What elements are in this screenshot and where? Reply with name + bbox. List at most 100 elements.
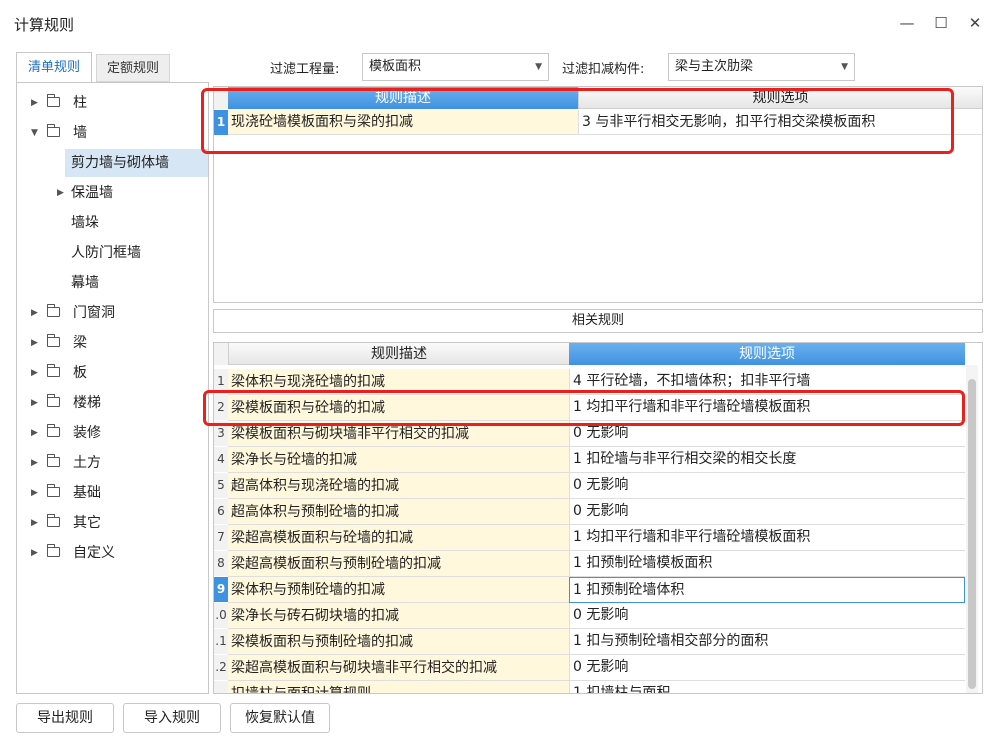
caret-right-icon[interactable]: ▶ (31, 299, 43, 327)
import-rules-button[interactable]: 导入规则 (123, 703, 221, 733)
tree-item-label: 基础 (73, 485, 101, 501)
caret-right-icon[interactable]: ▶ (31, 359, 43, 387)
rule-option-cell[interactable]: 1 扣与预制砼墙相交部分的面积 (569, 629, 965, 655)
tree-item-other[interactable]: ▶ 其它 (17, 509, 208, 537)
row-number[interactable]: 5 (214, 473, 228, 498)
export-rules-button[interactable]: 导出规则 (16, 703, 114, 733)
tree-item-label: 楼梯 (73, 395, 101, 411)
rule-description-cell[interactable]: 梁模板面积与预制砼墙的扣减 (228, 629, 569, 655)
row-header-corner (214, 343, 228, 365)
related-rules-header: 相关规则 (213, 309, 983, 333)
rule-option-cell[interactable]: 0 无影响 (569, 603, 965, 629)
scrollbar-thumb[interactable] (968, 379, 976, 689)
tree-item-label: 墙 (73, 125, 87, 141)
vertical-scrollbar[interactable] (966, 365, 978, 693)
rule-description-cell[interactable]: 梁超高模板面积与砌块墙非平行相交的扣减 (228, 655, 569, 681)
tree-item-custom[interactable]: ▶ 自定义 (17, 539, 208, 567)
row-number[interactable]: 8 (214, 551, 228, 576)
caret-right-icon[interactable]: ▶ (31, 479, 43, 507)
rule-description-cell[interactable]: 梁体积与预制砼墙的扣减 (228, 577, 569, 603)
tree-item-insulation-wall[interactable]: ▶ 保温墙 (53, 179, 208, 207)
tree-item-wall[interactable]: ▼ 墙 (17, 119, 208, 147)
row-number[interactable]: 4 (214, 447, 228, 472)
rule-option-cell[interactable]: 0 无影响 (569, 473, 965, 499)
tab-list-rules[interactable]: 清单规则 (16, 52, 92, 82)
row-number[interactable] (214, 681, 228, 693)
close-icon[interactable]: ✕ (964, 12, 986, 34)
filter-component-select[interactable]: 梁与主次肋梁 ▼ (668, 53, 855, 81)
folder-icon (47, 544, 60, 557)
component-tree: ▶ 柱 ▼ 墙 剪力墙与砌体墙 ▶ 保温墙 墙垛 人防门框墙 幕墙 ▶ 门窗洞 … (16, 82, 209, 694)
tree-item-label: 剪力墙与砌体墙 (71, 155, 169, 171)
rule-description-cell[interactable]: 扣墙柱与面积计算规则 (228, 681, 569, 693)
caret-right-icon[interactable]: ▶ (57, 179, 69, 207)
row-number[interactable]: 7 (214, 525, 228, 550)
tree-item-decoration[interactable]: ▶ 装修 (17, 419, 208, 447)
rule-description-cell[interactable]: 梁净长与砼墙的扣减 (228, 447, 569, 473)
rule-description-cell[interactable]: 梁超高模板面积与预制砼墙的扣减 (228, 551, 569, 577)
caret-right-icon[interactable]: ▶ (31, 329, 43, 357)
caret-right-icon[interactable]: ▶ (31, 389, 43, 417)
tree-item-stairs[interactable]: ▶ 楼梯 (17, 389, 208, 417)
rule-option-cell[interactable]: 0 无影响 (569, 655, 965, 681)
caret-right-icon[interactable]: ▶ (31, 509, 43, 537)
caret-right-icon[interactable]: ▶ (31, 539, 43, 567)
rule-description-cell[interactable]: 梁超高模板面积与砼墙的扣减 (228, 525, 569, 551)
rule-option-cell[interactable]: 1 扣预制砼墙体积 (569, 577, 965, 603)
tree-item-label: 土方 (73, 455, 101, 471)
tree-item-label: 自定义 (73, 545, 115, 561)
caret-right-icon[interactable]: ▶ (31, 419, 43, 447)
tree-item-shear-masonry-wall[interactable]: 剪力墙与砌体墙 (65, 149, 208, 177)
tree-item-label: 梁 (73, 335, 87, 351)
tree-item-label: 墙垛 (71, 215, 99, 231)
column-header-description[interactable]: 规则描述 (228, 343, 569, 365)
filter-quantity-value: 模板面积 (369, 59, 422, 74)
tree-item-earthwork[interactable]: ▶ 土方 (17, 449, 208, 477)
row-number[interactable]: 9 (214, 577, 228, 602)
folder-icon (47, 454, 60, 467)
tree-item-slab[interactable]: ▶ 板 (17, 359, 208, 387)
folder-icon (47, 484, 60, 497)
chevron-down-icon: ▼ (535, 62, 542, 72)
row-number[interactable]: .1 (214, 629, 228, 654)
rule-option-cell[interactable]: 1 扣砼墙与非平行相交梁的相交长度 (569, 447, 965, 473)
restore-defaults-button[interactable]: 恢复默认值 (230, 703, 330, 733)
caret-right-icon[interactable]: ▶ (31, 449, 43, 477)
folder-icon (47, 394, 60, 407)
tree-item-curtain-wall[interactable]: 幕墙 (71, 269, 208, 297)
rule-option-cell[interactable]: 1 扣预制砼墙模板面积 (569, 551, 965, 577)
tree-item-label: 其它 (73, 515, 101, 531)
rule-option-cell[interactable]: 1 均扣平行墙和非平行墙砼墙模板面积 (569, 525, 965, 551)
filter-component-value: 梁与主次肋梁 (675, 59, 754, 74)
tree-item-column[interactable]: ▶ 柱 (17, 89, 208, 117)
rule-description-cell[interactable]: 梁净长与砖石砌块墙的扣减 (228, 603, 569, 629)
maximize-icon[interactable]: ☐ (930, 12, 952, 34)
tree-item-label: 幕墙 (71, 275, 99, 291)
folder-icon (47, 94, 60, 107)
tree-item-door-window-opening[interactable]: ▶ 门窗洞 (17, 299, 208, 327)
folder-icon (47, 304, 60, 317)
folder-icon (47, 514, 60, 527)
minimize-icon[interactable]: — (896, 12, 918, 34)
caret-down-icon[interactable]: ▼ (31, 119, 43, 147)
tree-item-label: 保温墙 (71, 185, 113, 201)
tree-item-civil-defense-door-wall[interactable]: 人防门框墙 (71, 239, 208, 267)
row-number[interactable]: .0 (214, 603, 228, 628)
rule-option-cell[interactable]: 1 扣墙柱与面积 (569, 681, 965, 693)
row-number[interactable]: .2 (214, 655, 228, 680)
row-number[interactable]: 6 (214, 499, 228, 524)
chevron-down-icon: ▼ (841, 62, 848, 72)
tree-item-foundation[interactable]: ▶ 基础 (17, 479, 208, 507)
tree-item-wall-stack[interactable]: 墙垛 (71, 209, 208, 237)
tree-item-label: 人防门框墙 (71, 245, 141, 261)
rule-description-cell[interactable]: 超高体积与现浇砼墙的扣减 (228, 473, 569, 499)
column-header-option[interactable]: 规则选项 (569, 343, 965, 365)
filter-quantity-select[interactable]: 模板面积 ▼ (362, 53, 549, 81)
title-bar: 计算规则 — ☐ ✕ (0, 0, 1000, 46)
folder-icon (47, 334, 60, 347)
tab-quota-rules[interactable]: 定额规则 (96, 54, 170, 82)
tree-item-beam[interactable]: ▶ 梁 (17, 329, 208, 357)
rule-description-cell[interactable]: 超高体积与预制砼墙的扣减 (228, 499, 569, 525)
caret-right-icon[interactable]: ▶ (31, 89, 43, 117)
rule-option-cell[interactable]: 0 无影响 (569, 499, 965, 525)
